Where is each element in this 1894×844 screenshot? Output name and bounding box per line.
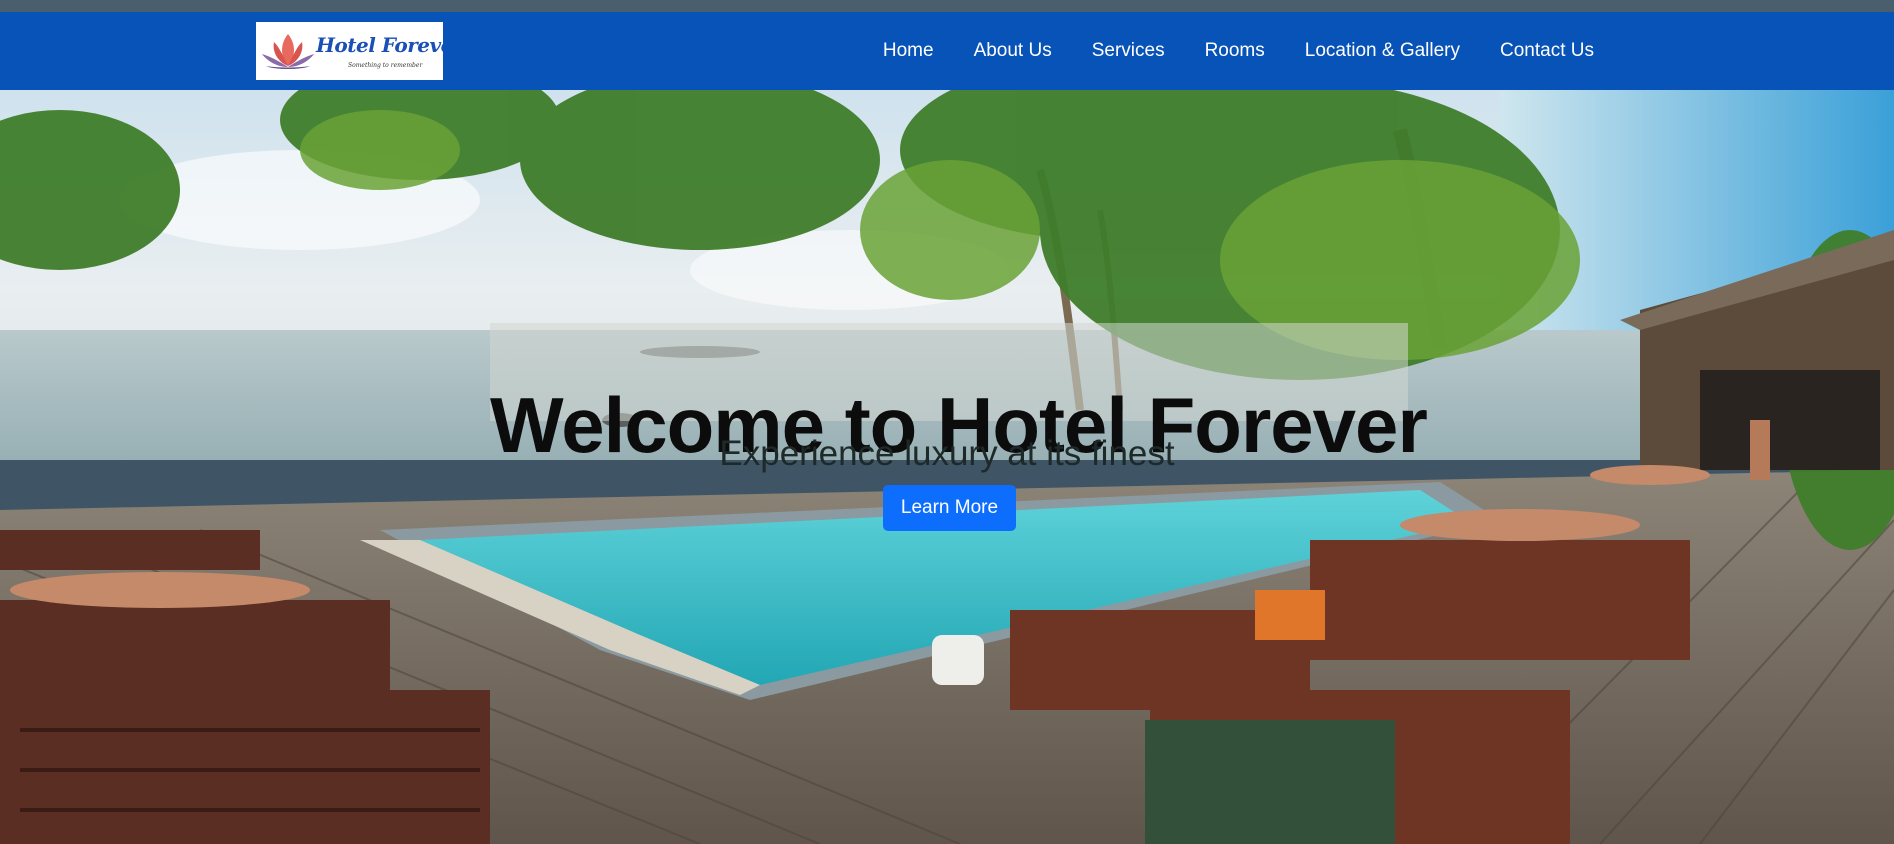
nav-location-gallery[interactable]: Location & Gallery [1285, 40, 1480, 62]
nav-about-us[interactable]: About Us [954, 40, 1072, 62]
nav-home[interactable]: Home [863, 40, 954, 62]
nav-rooms[interactable]: Rooms [1185, 40, 1285, 62]
hero-subtitle: Experience luxury at its finest [719, 434, 1175, 473]
logo-tagline: Something to remember [348, 62, 423, 69]
lotus-icon [262, 34, 314, 69]
main-nav: Home About Us Services Rooms Location & … [863, 12, 1614, 90]
browser-top-strip [0, 0, 1894, 12]
nav-services[interactable]: Services [1072, 40, 1185, 62]
hero-section: Welcome to Hotel Forever Experience luxu… [0, 90, 1894, 844]
brand-logo[interactable]: Hotel Forever Something to remember [256, 22, 443, 80]
logo-name: Hotel Forever [316, 33, 443, 57]
nav-contact-us[interactable]: Contact Us [1480, 40, 1614, 62]
learn-more-button[interactable]: Learn More [883, 485, 1016, 531]
